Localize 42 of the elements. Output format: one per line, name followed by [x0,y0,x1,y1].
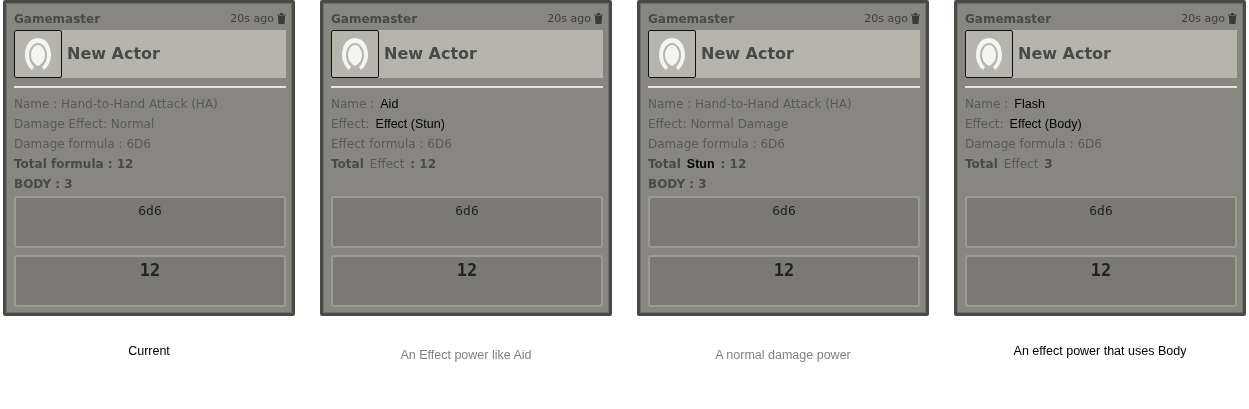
dice-formula-box[interactable]: 6d6 [965,196,1237,249]
roll-detail-text: BODY : 3 [648,176,707,191]
speaker-name: Gamemaster [14,11,102,26]
dice-total-box[interactable]: 12 [965,255,1237,307]
delete-icon[interactable] [1228,13,1237,25]
delete-icon[interactable] [594,13,603,25]
caption: A normal damage power [714,348,852,362]
actor-name: New Actor [384,44,477,64]
actor-name: New Actor [701,44,794,64]
roll-detail-text: BODY : 3 [14,176,73,191]
actor-name: New Actor [1018,44,1111,64]
speaker-name: Gamemaster [965,11,1053,26]
dice-formula-box[interactable]: 6d6 [14,196,286,249]
actor-name: New Actor [67,44,160,64]
caption: Current [127,344,171,358]
caption: An effect power that uses Body [1012,344,1188,358]
delete-icon[interactable] [277,13,286,25]
delete-icon[interactable] [911,13,920,25]
roll-detail-text: Stun [686,156,715,171]
roll-detail-text: : 12 [410,156,437,171]
speaker-name: Gamemaster [331,11,419,26]
roll-detail-text: 3 [1044,156,1053,171]
roll-detail-text: Total [965,156,998,171]
speaker-name: Gamemaster [648,11,736,26]
dice-formula-box[interactable]: 6d6 [331,196,603,249]
message-timestamp: 20s ago [230,12,274,26]
dice-total-box[interactable]: 12 [14,255,286,307]
message-timestamp: 20s ago [547,12,591,26]
roll-detail-text: Total [331,156,364,171]
roll-detail-text: : 12 [720,156,747,171]
roll-detail-text: Aid [380,96,399,111]
caption: An Effect power like Aid [399,348,533,362]
dice-total-box[interactable]: 12 [331,255,603,307]
roll-detail-text: Total [648,156,681,171]
dice-formula-box[interactable]: 6d6 [648,196,920,249]
message-timestamp: 20s ago [864,12,908,26]
dice-total-box[interactable]: 12 [648,255,920,307]
roll-detail-text: Flash [1014,96,1045,111]
roll-detail-text: Effect (Stun) [375,116,445,131]
message-timestamp: 20s ago [1181,12,1225,26]
roll-detail-text: Effect (Body) [1009,116,1082,131]
roll-detail-text: Total formula : 12 [14,156,134,171]
